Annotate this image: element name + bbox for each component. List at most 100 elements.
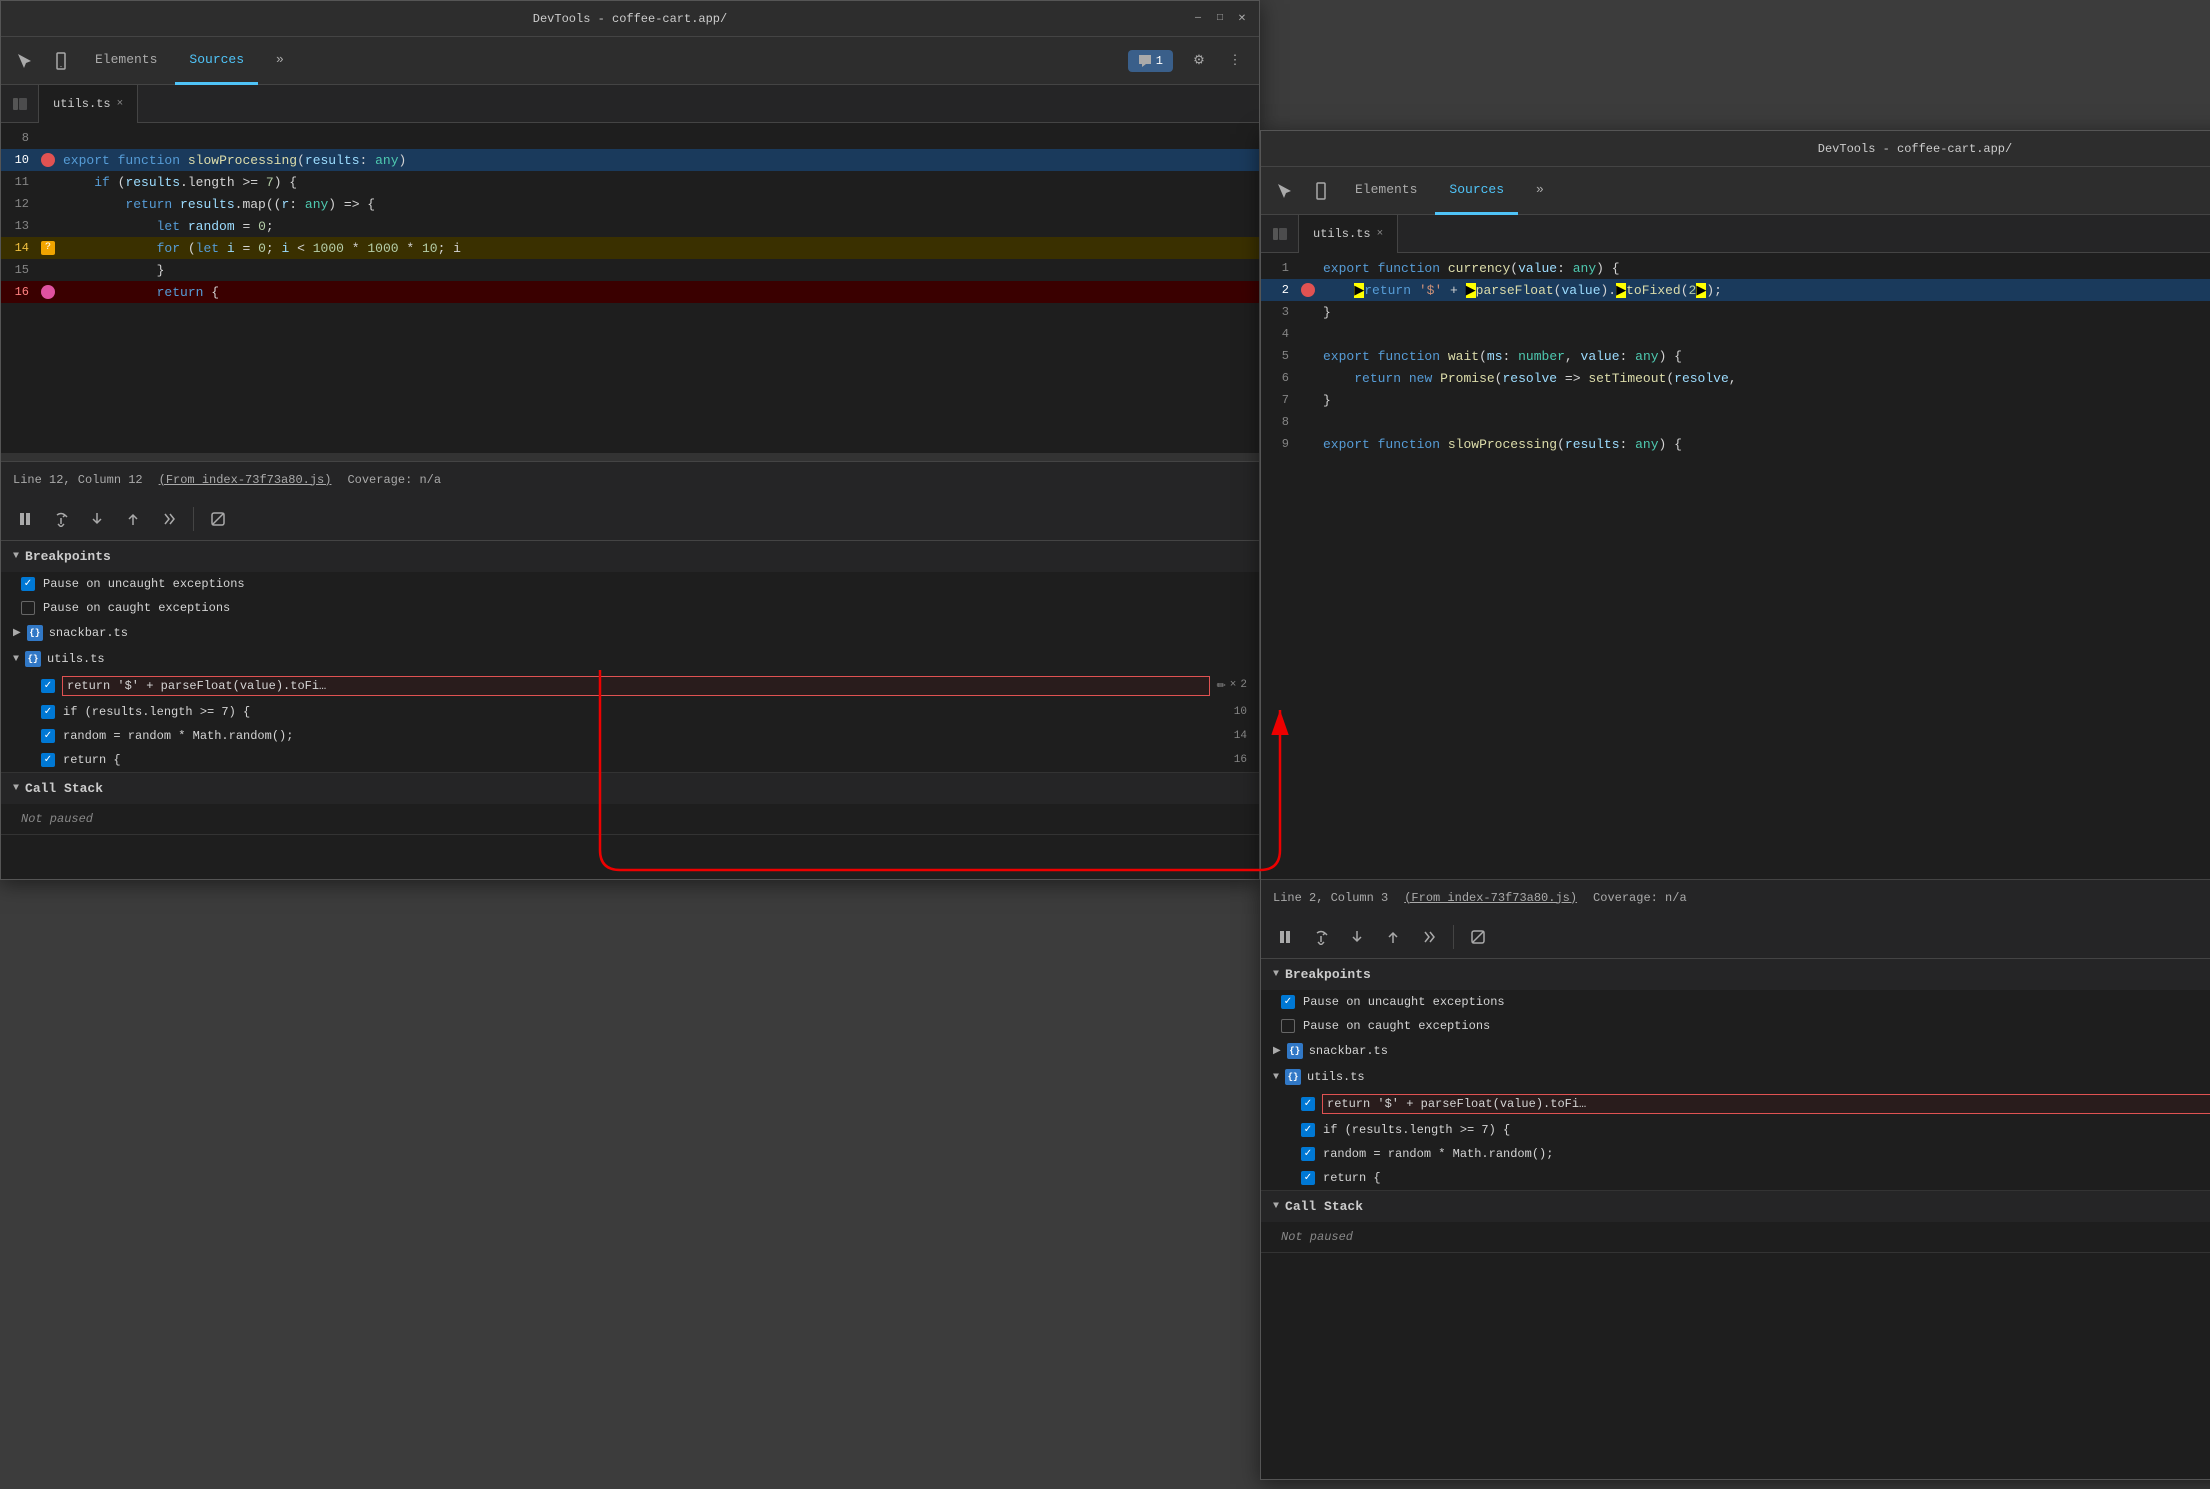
panels-area-1: ▼ Breakpoints ✓ Pause on uncaught except… [1, 541, 1259, 879]
snackbar-chevron-2: ▶ [1273, 1045, 1281, 1057]
tab-sources-2[interactable]: Sources [1435, 167, 1518, 215]
bp-check-currency-1[interactable]: ✓ [41, 679, 55, 693]
code-editor-1: 8 10 export function slowProcessing(resu… [1, 123, 1259, 461]
main-area-2: 1 export function currency(value: any) {… [1261, 253, 2210, 879]
debug-toolbar-1 [1, 497, 1259, 541]
utils-name-1: utils.ts [47, 652, 105, 666]
debug-toolbar-2: » [1261, 915, 2210, 959]
window-controls-1: — □ ✕ [1191, 12, 1249, 26]
bp-group-snackbar-1[interactable]: ▶ {} snackbar.ts [1, 620, 1259, 646]
titlebar-1: DevTools - coffee-cart.app/ — □ ✕ [1, 1, 1259, 37]
pause-uncaught-label-1: Pause on uncaught exceptions [43, 577, 245, 591]
bp-group-utils-2[interactable]: ▼ {} utils.ts [1261, 1064, 2210, 1090]
close-file-tab-1[interactable]: × [117, 98, 124, 110]
bp-check-length-2[interactable]: ✓ [1301, 1123, 1315, 1137]
breakpoints-header-2[interactable]: ▼ Breakpoints [1261, 959, 2210, 990]
continue-btn-1[interactable] [153, 503, 185, 535]
pause-caught-check-2[interactable] [1281, 1019, 1295, 1033]
callstack-label-1: Call Stack [25, 781, 103, 796]
pause-caught-check-1[interactable] [21, 601, 35, 615]
not-paused-2: Not paused [1261, 1222, 2210, 1252]
bp-check-currency-2[interactable]: ✓ [1301, 1097, 1315, 1111]
remove-icon-1[interactable]: × [1230, 679, 1237, 693]
pause-uncaught-check-1[interactable]: ✓ [21, 577, 35, 591]
tab-elements-2[interactable]: Elements [1341, 167, 1431, 215]
tab-elements-1[interactable]: Elements [81, 37, 171, 85]
status-bar-1: Line 12, Column 12 (From index-73f73a80.… [1, 461, 1259, 497]
sidebar-toggle-1[interactable] [1, 85, 39, 123]
callstack-header-2[interactable]: ▼ Call Stack [1261, 1191, 2210, 1222]
step-into-btn-1[interactable] [81, 503, 113, 535]
pause-caught-item-2[interactable]: Pause on caught exceptions [1261, 1014, 2210, 1038]
step-into-btn-2[interactable] [1341, 921, 1373, 953]
utils-ts-icon-1: {} [25, 651, 41, 667]
inspect-icon[interactable] [9, 45, 41, 77]
pause-btn-2[interactable] [1269, 921, 1301, 953]
code-line-9-w2: 9 export function slowProcessing(results… [1261, 433, 2210, 455]
file-tabs-1: utils.ts × [1, 85, 1259, 123]
pause-caught-label-1: Pause on caught exceptions [43, 601, 230, 615]
from-file-2: (From index-73f73a80.js) [1404, 891, 1577, 905]
bp-item-random-1[interactable]: ✓ random = random * Math.random(); 14 [1, 724, 1259, 748]
continue-btn-2[interactable] [1413, 921, 1445, 953]
window-title-2: DevTools - coffee-cart.app/ [1818, 142, 2012, 156]
bp-item-random-2[interactable]: ✓ random = random * Math.random(); 14 [1261, 1142, 2210, 1166]
edit-icon-1[interactable]: ✏ [1217, 679, 1226, 693]
bp-line-random-1: 14 [1234, 730, 1247, 742]
bp-item-length-1[interactable]: ✓ if (results.length >= 7) { 10 [1, 700, 1259, 724]
sidebar-toggle-2[interactable] [1261, 215, 1299, 253]
minimize-btn-1[interactable]: — [1191, 12, 1205, 26]
tab-more-1[interactable]: » [262, 37, 298, 85]
snackbar-chevron-1: ▶ [13, 627, 21, 639]
callstack-header-1[interactable]: ▼ Call Stack [1, 773, 1259, 804]
breakpoints-header-1[interactable]: ▼ Breakpoints [1, 541, 1259, 572]
menu-icon-1[interactable]: ⋮ [1219, 45, 1251, 77]
code-line-6-w2: 6 return new Promise(resolve => setTimeo… [1261, 367, 2210, 389]
tab-more-2[interactable]: » [1522, 167, 1558, 215]
inspect-icon-2[interactable] [1269, 175, 1301, 207]
bp-group-utils-1[interactable]: ▼ {} utils.ts [1, 646, 1259, 672]
bp-text-currency-2: return '$' + parseFloat(value).toFi… [1323, 1095, 2210, 1113]
step-over-btn-1[interactable] [45, 503, 77, 535]
deactivate-btn-1[interactable] [202, 503, 234, 535]
code-line-13: 13 let random = 0; [1, 215, 1259, 237]
bp-item-length-2[interactable]: ✓ if (results.length >= 7) { 10 [1261, 1118, 2210, 1142]
bp-item-currency-2[interactable]: ✓ return '$' + parseFloat(value).toFi… ✏… [1261, 1090, 2210, 1118]
file-tab-utils-1[interactable]: utils.ts × [39, 85, 138, 123]
tab-sources-1[interactable]: Sources [175, 37, 258, 85]
pause-uncaught-item-2[interactable]: ✓ Pause on uncaught exceptions [1261, 990, 2210, 1014]
bp-line-length-1: 10 [1234, 706, 1247, 718]
bp-item-return-2[interactable]: ✓ return { 16 [1261, 1166, 2210, 1190]
code-line-8-w2: 8 [1261, 411, 2210, 433]
deactivate-btn-2[interactable] [1462, 921, 1494, 953]
bp-actions-1: ✏ × 2 [1217, 679, 1247, 693]
bp-check-return-1[interactable]: ✓ [41, 753, 55, 767]
bp-group-snackbar-2[interactable]: ▶ {} snackbar.ts [1261, 1038, 2210, 1064]
bp-check-random-2[interactable]: ✓ [1301, 1147, 1315, 1161]
bp-text-currency-1: return '$' + parseFloat(value).toFi… [63, 677, 1209, 695]
pause-uncaught-check-2[interactable]: ✓ [1281, 995, 1295, 1009]
step-out-btn-2[interactable] [1377, 921, 1409, 953]
message-badge-1[interactable]: 1 [1128, 50, 1173, 72]
restore-btn-1[interactable]: □ [1213, 12, 1227, 26]
code-line-15: 15 } [1, 259, 1259, 281]
close-btn-1[interactable]: ✕ [1235, 12, 1249, 26]
settings-icon-1[interactable]: ⚙ [1183, 45, 1215, 77]
device-icon[interactable] [45, 45, 77, 77]
pause-btn-1[interactable] [9, 503, 41, 535]
pause-uncaught-item-1[interactable]: ✓ Pause on uncaught exceptions [1, 572, 1259, 596]
main-area-1: 8 10 export function slowProcessing(resu… [1, 123, 1259, 461]
code-line-12: 12 return results.map((r: any) => { [1, 193, 1259, 215]
device-icon-2[interactable] [1305, 175, 1337, 207]
bp-item-return-1[interactable]: ✓ return { 16 [1, 748, 1259, 772]
code-line-2-w2: 2 ▶return '$' + ▶parseFloat(value).▶toFi… [1261, 279, 2210, 301]
step-over-btn-2[interactable] [1305, 921, 1337, 953]
bp-check-return-2[interactable]: ✓ [1301, 1171, 1315, 1185]
bp-check-random-1[interactable]: ✓ [41, 729, 55, 743]
step-out-btn-1[interactable] [117, 503, 149, 535]
bp-check-length-1[interactable]: ✓ [41, 705, 55, 719]
file-tab-utils-2[interactable]: utils.ts × [1299, 215, 1398, 253]
pause-caught-item-1[interactable]: Pause on caught exceptions [1, 596, 1259, 620]
close-file-tab-2[interactable]: × [1377, 228, 1384, 240]
bp-item-currency-1[interactable]: ✓ return '$' + parseFloat(value).toFi… ✏… [1, 672, 1259, 700]
